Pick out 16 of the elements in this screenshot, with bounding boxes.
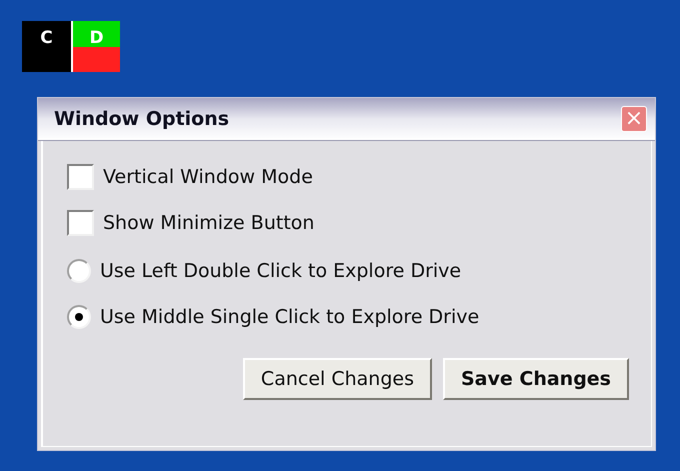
dialog-button[interactable]: Cancel Changes bbox=[242, 358, 432, 400]
radio-button[interactable] bbox=[67, 259, 91, 283]
drive-tile[interactable] bbox=[22, 21, 71, 72]
drive-tile[interactable] bbox=[73, 46, 120, 72]
radio-button[interactable] bbox=[67, 305, 91, 329]
window-title: Window Options bbox=[54, 106, 230, 132]
option-label: Use Middle Single Click to Explore Drive bbox=[100, 304, 480, 330]
option-label: Show Minimize Button bbox=[103, 210, 314, 236]
drive-letter: D bbox=[89, 30, 104, 50]
option-label: Vertical Window Mode bbox=[103, 164, 313, 190]
checkbox[interactable] bbox=[67, 210, 94, 236]
drive-tile[interactable] bbox=[73, 21, 120, 46]
drive-letter: C bbox=[40, 30, 53, 50]
dialog-button[interactable]: Save Changes bbox=[442, 358, 629, 400]
checkbox[interactable] bbox=[67, 164, 94, 190]
option-label: Use Left Double Click to Explore Drive bbox=[100, 258, 462, 284]
